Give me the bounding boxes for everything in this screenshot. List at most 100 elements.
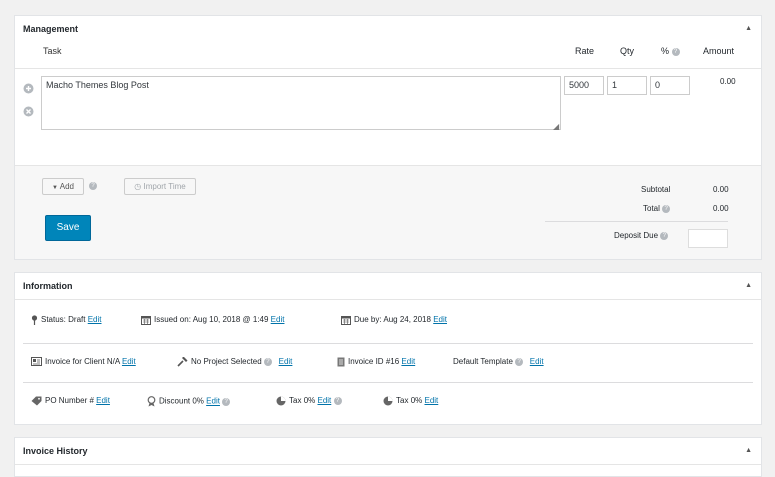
deposit-label: Deposit Due: [614, 231, 659, 240]
invoice-history-header: Invoice History ▲: [15, 438, 761, 465]
subtotal-label: Subtotal: [641, 185, 671, 194]
management-panel: Management ▲ Task Rate Qty % ? Amount Ma…: [14, 15, 762, 260]
calendar-icon: [341, 316, 351, 325]
invoice-id-label: Invoice ID: [348, 357, 384, 367]
template-value: Default Template: [453, 357, 513, 366]
plus-circle-icon[interactable]: [23, 83, 34, 94]
col-pct: % ?: [661, 46, 680, 56]
template-item: Default Template ? Edit: [453, 357, 544, 366]
due-value: Aug 24, 2018: [383, 315, 431, 325]
save-button[interactable]: Save: [45, 215, 91, 241]
rate-input[interactable]: 5000: [564, 76, 604, 95]
status-value: Draft: [68, 315, 86, 325]
collapse-arrow-icon[interactable]: ▲: [745, 25, 752, 32]
po-edit-link[interactable]: Edit: [96, 396, 110, 405]
hammer-icon: [177, 357, 188, 367]
pin-icon: [31, 315, 38, 325]
badge-icon: [147, 396, 156, 407]
percent-input[interactable]: 0: [650, 76, 690, 95]
invoice-history-panel: Invoice History ▲: [14, 437, 762, 477]
subtotal-value: 0.00: [713, 185, 729, 194]
save-button-label: Save: [56, 222, 80, 233]
document-icon: [337, 357, 345, 367]
help-icon[interactable]: ?: [671, 47, 680, 56]
tax1-value: 0%: [303, 396, 316, 406]
information-header: Information ▲: [15, 273, 761, 300]
col-rate: Rate: [575, 46, 595, 56]
issued-edit-link[interactable]: Edit: [271, 315, 285, 324]
client-edit-link[interactable]: Edit: [122, 357, 136, 366]
info-divider: [23, 382, 753, 383]
tax1-edit-link[interactable]: Edit: [317, 396, 331, 405]
help-icon[interactable]: ?: [662, 204, 671, 213]
import-time-button[interactable]: ◷ Import Time: [124, 178, 196, 195]
invoice-history-title: Invoice History: [23, 446, 88, 456]
status-edit-link[interactable]: Edit: [88, 315, 102, 324]
tax1-item: Tax 0% Edit ?: [276, 396, 342, 406]
task-description-input[interactable]: Macho Themes Blog Post: [41, 76, 561, 130]
total-value: 0.00: [713, 204, 729, 213]
collapse-arrow-icon[interactable]: ▲: [745, 447, 752, 454]
help-icon[interactable]: ?: [333, 397, 342, 405]
col-task: Task: [43, 46, 62, 56]
management-header: Management ▲: [15, 16, 761, 42]
clock-icon: ◷: [134, 182, 142, 191]
tax2-value: 0%: [410, 396, 423, 406]
project-edit-link[interactable]: Edit: [279, 357, 293, 366]
help-icon[interactable]: ?: [660, 231, 669, 240]
invoice-for-label: Invoice for: [45, 357, 82, 366]
due-edit-link[interactable]: Edit: [433, 315, 447, 324]
col-pct-label: %: [661, 46, 670, 56]
discount-label: Discount: [159, 396, 191, 406]
resize-handle-icon[interactable]: ◢: [553, 122, 559, 131]
issued-item: Issued on: Aug 10, 2018 @ 1:49 Edit: [141, 315, 284, 325]
po-item: PO Number # Edit: [31, 396, 110, 406]
tax2-edit-link[interactable]: Edit: [424, 396, 438, 405]
pie-icon: [276, 396, 286, 406]
collapse-arrow-icon[interactable]: ▲: [745, 282, 752, 289]
pie-icon: [383, 396, 393, 406]
deposit-label-wrap: Deposit Due ?: [614, 231, 669, 240]
information-title: Information: [23, 281, 73, 291]
client-item: Invoice for Client N/A Edit: [31, 357, 136, 367]
qty-input[interactable]: 1: [607, 76, 647, 95]
x-circle-icon[interactable]: [23, 106, 34, 117]
tax1-label: Tax: [289, 396, 302, 406]
discount-value: 0%: [192, 396, 204, 406]
deposit-input[interactable]: [688, 229, 728, 248]
issued-label: Issued on:: [154, 315, 191, 325]
help-icon[interactable]: ?: [515, 357, 524, 366]
invoice-id-item: Invoice ID #16 Edit: [337, 357, 415, 367]
add-button[interactable]: ▼ Add: [42, 178, 84, 195]
dropdown-arrow-icon: ▼: [52, 185, 58, 191]
information-panel: Information ▲ Status: Draft Edit Issued …: [14, 272, 762, 425]
tax2-label: Tax: [396, 396, 409, 406]
totals-divider: [545, 221, 728, 222]
line-item-row: Macho Themes Blog Post ◢ 5000 1 0 0.00: [15, 68, 761, 166]
total-label-wrap: Total ?: [643, 204, 671, 213]
calendar-icon: [141, 316, 151, 325]
status-item: Status: Draft Edit: [31, 315, 102, 325]
template-edit-link[interactable]: Edit: [530, 357, 544, 366]
management-title: Management: [23, 24, 79, 34]
total-label: Total: [643, 204, 660, 213]
tag-icon: [31, 396, 42, 406]
help-icon[interactable]: ?: [222, 397, 231, 406]
project-value: No Project Selected: [191, 357, 262, 367]
row-amount: 0.00: [720, 77, 736, 86]
client-value: Client N/A: [84, 357, 120, 366]
discount-edit-link[interactable]: Edit: [206, 397, 220, 406]
due-item: Due by: Aug 24, 2018 Edit: [341, 315, 447, 325]
col-amount: Amount: [703, 46, 735, 56]
status-label: Status:: [41, 315, 66, 325]
help-icon[interactable]: ?: [89, 182, 97, 190]
tax2-item: Tax 0% Edit: [383, 396, 438, 406]
po-label: PO Number #: [45, 396, 94, 406]
id-card-icon: [31, 357, 42, 367]
due-label: Due by:: [354, 315, 382, 325]
discount-item: Discount 0% Edit ?: [147, 396, 231, 407]
help-icon[interactable]: ?: [263, 358, 272, 366]
add-button-label: Add: [59, 182, 74, 191]
issued-value: Aug 10, 2018 @ 1:49: [192, 315, 269, 325]
invoice-id-edit-link[interactable]: Edit: [401, 357, 415, 366]
